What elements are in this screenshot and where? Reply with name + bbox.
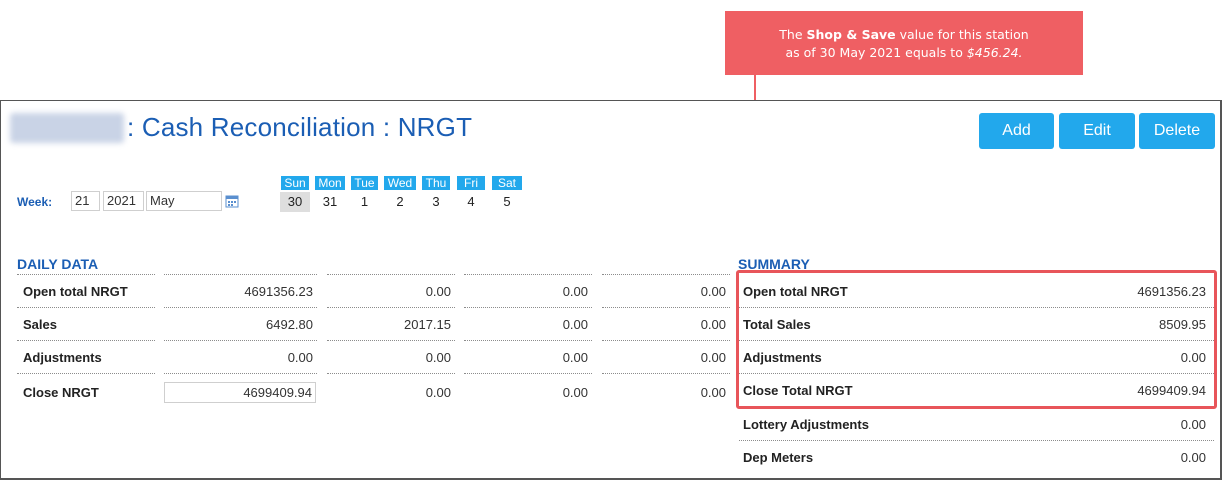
daily-row-label: Adjustments <box>23 350 102 365</box>
annotation-callout: The Shop & Save value for this station a… <box>725 11 1083 75</box>
divider <box>164 373 317 374</box>
day-date-sat[interactable]: 5 <box>492 192 522 212</box>
callout-bold: Shop & Save <box>806 27 896 42</box>
station-name-redacted <box>10 113 124 143</box>
day-header-fri: Fri <box>457 176 485 190</box>
day-date-tue[interactable]: 1 <box>351 192 378 212</box>
callout-prefix: The <box>779 27 803 42</box>
divider <box>17 307 155 308</box>
divider <box>602 274 730 275</box>
daily-cell: 0.00 <box>700 350 726 365</box>
divider <box>327 373 455 374</box>
daily-cell: 0.00 <box>562 317 588 332</box>
month-input[interactable]: May <box>146 191 222 211</box>
day-date-fri[interactable]: 4 <box>457 192 485 212</box>
divider <box>327 307 455 308</box>
divider <box>17 274 155 275</box>
divider <box>602 340 730 341</box>
week-number-input[interactable]: 21 <box>71 191 100 211</box>
close-nrgt-input[interactable]: 4699409.94 <box>164 382 316 403</box>
divider <box>17 340 155 341</box>
daily-row-label: Open total NRGT <box>23 284 128 299</box>
callout-connector-line <box>754 75 756 101</box>
divider <box>327 274 455 275</box>
divider <box>602 307 730 308</box>
day-date-thu[interactable]: 3 <box>422 192 450 212</box>
calendar-icon[interactable] <box>225 194 239 208</box>
summary-row-label: Lottery Adjustments <box>743 417 869 432</box>
day-header-wed: Wed <box>384 176 416 190</box>
edit-button[interactable]: Edit <box>1059 113 1135 149</box>
callout-mid: value for this station <box>899 27 1029 42</box>
divider <box>464 340 592 341</box>
divider <box>327 340 455 341</box>
day-header-sun: Sun <box>281 176 309 190</box>
daily-cell: 6492.80 <box>266 317 313 332</box>
callout-value: $456.24. <box>966 45 1023 60</box>
divider <box>464 274 592 275</box>
daily-cell: 0.00 <box>700 385 726 400</box>
daily-row-label: Sales <box>23 317 57 332</box>
daily-row-label: Close NRGT <box>23 385 99 400</box>
daily-cell: 0.00 <box>425 350 451 365</box>
daily-cell: 0.00 <box>425 284 451 299</box>
day-date-sun[interactable]: 30 <box>280 192 310 212</box>
divider <box>464 373 592 374</box>
divider <box>164 340 317 341</box>
day-date-wed[interactable]: 2 <box>384 192 416 212</box>
day-header-tue: Tue <box>351 176 378 190</box>
divider <box>164 307 317 308</box>
daily-cell: 0.00 <box>562 350 588 365</box>
daily-cell: 0.00 <box>700 284 726 299</box>
divider <box>164 274 317 275</box>
day-header-thu: Thu <box>422 176 450 190</box>
day-header-mon: Mon <box>315 176 345 190</box>
day-header-sat: Sat <box>492 176 522 190</box>
callout-line2: as of 30 May 2021 equals to <box>785 45 963 60</box>
week-label: Week: <box>17 195 53 209</box>
summary-value: 0.00 <box>1180 450 1206 465</box>
add-button[interactable]: Add <box>979 113 1054 149</box>
daily-cell: 0.00 <box>287 350 313 365</box>
divider <box>17 373 155 374</box>
divider <box>739 440 1214 441</box>
daily-cell: 4691356.23 <box>244 284 313 299</box>
cash-reconciliation-panel: : Cash Reconciliation : NRGT Add Edit De… <box>0 100 1222 480</box>
daily-cell: 0.00 <box>425 385 451 400</box>
divider <box>464 307 592 308</box>
day-date-mon[interactable]: 31 <box>315 192 345 212</box>
summary-row-label: Dep Meters <box>743 450 814 465</box>
daily-cell: 2017.15 <box>404 317 451 332</box>
page-title: : Cash Reconciliation : NRGT <box>127 112 473 142</box>
summary-value: 0.00 <box>1180 417 1206 432</box>
daily-data-title: DAILY DATA <box>17 256 99 272</box>
daily-cell: 0.00 <box>700 317 726 332</box>
divider <box>602 373 730 374</box>
daily-cell: 0.00 <box>562 284 588 299</box>
year-input[interactable]: 2021 <box>103 191 144 211</box>
summary-highlight-box <box>736 270 1217 409</box>
daily-cell: 0.00 <box>562 385 588 400</box>
delete-button[interactable]: Delete <box>1139 113 1215 149</box>
